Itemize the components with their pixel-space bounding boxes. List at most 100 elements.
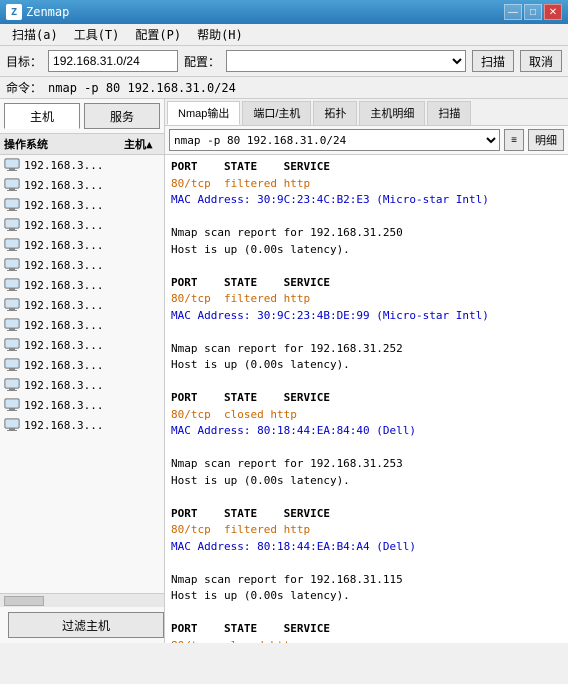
list-item[interactable]: 192.168.3... [0,295,164,315]
output-line: Host is up (0.00s latency). [171,588,562,605]
tab-bar: Nmap输出端口/主机拓扑主机明细扫描 [165,99,568,126]
output-line: Host is up (0.00s latency). [171,357,562,374]
host-ip: 192.168.3... [24,239,103,252]
profile-select[interactable] [226,50,466,72]
menu-tools[interactable]: 工具(T) [66,24,128,45]
tab-scan[interactable]: 扫描 [427,101,471,125]
minimize-button[interactable]: — [504,4,522,20]
computer-icon [4,298,20,312]
host-button[interactable]: 主机 [4,103,80,129]
output-line [171,209,562,226]
output-line: PORT STATE SERVICE [171,159,562,176]
header-os: 操作系统 [4,136,124,152]
tab-topology[interactable]: 拓扑 [313,101,357,125]
menu-help[interactable]: 帮助(H) [189,24,251,45]
title-bar: Z Zenmap — □ ✕ [0,0,568,24]
output-line [171,555,562,572]
list-item[interactable]: 192.168.3... [0,195,164,215]
output-line: MAC Address: 30:9C:23:4B:DE:99 (Micro-st… [171,308,562,325]
host-ip: 192.168.3... [24,279,103,292]
output-menu-button[interactable]: ≡ [504,129,524,151]
profile-label: 配置： [184,53,220,70]
panel-buttons: 主机 服务 [0,99,164,134]
close-button[interactable]: ✕ [544,4,562,20]
list-item[interactable]: 192.168.3... [0,215,164,235]
tab-nmap-output[interactable]: Nmap输出 [167,101,240,125]
list-item[interactable]: 192.168.3... [0,235,164,255]
list-item[interactable]: 192.168.3... [0,375,164,395]
header-host: 主机 [124,136,146,152]
list-item[interactable]: 192.168.3... [0,395,164,415]
computer-icon [4,218,20,232]
computer-icon [4,258,20,272]
window-title: Zenmap [26,5,69,19]
host-ip: 192.168.3... [24,339,103,352]
host-list: 192.168.3... 192.168.3... 192.168.3... 1… [0,155,164,593]
list-item[interactable]: 192.168.3... [0,155,164,175]
service-button[interactable]: 服务 [84,103,160,129]
list-item[interactable]: 192.168.3... [0,175,164,195]
computer-icon [4,178,20,192]
target-label: 目标： [6,53,42,70]
menu-config[interactable]: 配置(P) [127,24,189,45]
sort-arrow: ▲ [146,138,160,151]
output-line: 80/tcp filtered http [171,291,562,308]
output-line: Host is up (0.00s latency). [171,473,562,490]
cancel-button[interactable]: 取消 [520,50,562,72]
computer-icon [4,358,20,372]
computer-icon [4,338,20,352]
computer-icon [4,158,20,172]
computer-icon [4,198,20,212]
output-line [171,324,562,341]
output-toolbar: nmap -p 80 192.168.31.0/24 ≡ 明细 [165,126,568,155]
output-line [171,374,562,391]
host-ip: 192.168.3... [24,399,103,412]
output-line [171,605,562,622]
computer-icon [4,278,20,292]
output-select[interactable]: nmap -p 80 192.168.31.0/24 [169,129,500,151]
output-line: MAC Address: 80:18:44:EA:84:40 (Dell) [171,423,562,440]
horizontal-scrollbar[interactable] [0,593,164,607]
output-line: 80/tcp closed http [171,407,562,424]
output-line: Nmap scan report for 192.168.31.115 [171,572,562,589]
scrollbar-thumb[interactable] [4,596,44,606]
list-item[interactable]: 192.168.3... [0,355,164,375]
detail-button[interactable]: 明细 [528,129,564,151]
host-ip: 192.168.3... [24,319,103,332]
filter-button[interactable]: 过滤主机 [8,612,164,638]
main-area: 主机 服务 操作系统 主机 ▲ 192.168.3... 192.168.3..… [0,99,568,643]
output-line: Nmap scan report for 192.168.31.252 [171,341,562,358]
menu-scan[interactable]: 扫描(a) [4,24,66,45]
output-line: PORT STATE SERVICE [171,506,562,523]
host-ip: 192.168.3... [24,199,103,212]
host-ip: 192.168.3... [24,359,103,372]
target-input[interactable] [48,50,178,72]
tab-host-details[interactable]: 主机明细 [359,101,425,125]
scan-button[interactable]: 扫描 [472,50,514,72]
output-line: PORT STATE SERVICE [171,390,562,407]
output-line: 80/tcp closed http [171,638,562,644]
list-item[interactable]: 192.168.3... [0,315,164,335]
list-item[interactable]: 192.168.3... [0,415,164,435]
filter-area: 过滤主机 [0,607,164,643]
tab-ports-hosts[interactable]: 端口/主机 [242,101,311,125]
list-item[interactable]: 192.168.3... [0,275,164,295]
output-content: PORT STATE SERVICE80/tcp filtered httpMA… [165,155,568,643]
computer-icon [4,238,20,252]
list-item[interactable]: 192.168.3... [0,255,164,275]
host-ip: 192.168.3... [24,159,103,172]
list-item[interactable]: 192.168.3... [0,335,164,355]
title-controls: — □ ✕ [504,4,562,20]
command-label: 命令： [6,79,42,96]
maximize-button[interactable]: □ [524,4,542,20]
output-line [171,489,562,506]
output-line: 80/tcp filtered http [171,522,562,539]
host-ip: 192.168.3... [24,379,103,392]
host-list-header: 操作系统 主机 ▲ [0,134,164,155]
computer-icon [4,418,20,432]
output-line: Nmap scan report for 192.168.31.253 [171,456,562,473]
host-ip: 192.168.3... [24,419,103,432]
toolbar: 目标： 配置： 扫描 取消 [0,46,568,77]
host-ip: 192.168.3... [24,299,103,312]
title-bar-left: Z Zenmap [6,4,69,20]
